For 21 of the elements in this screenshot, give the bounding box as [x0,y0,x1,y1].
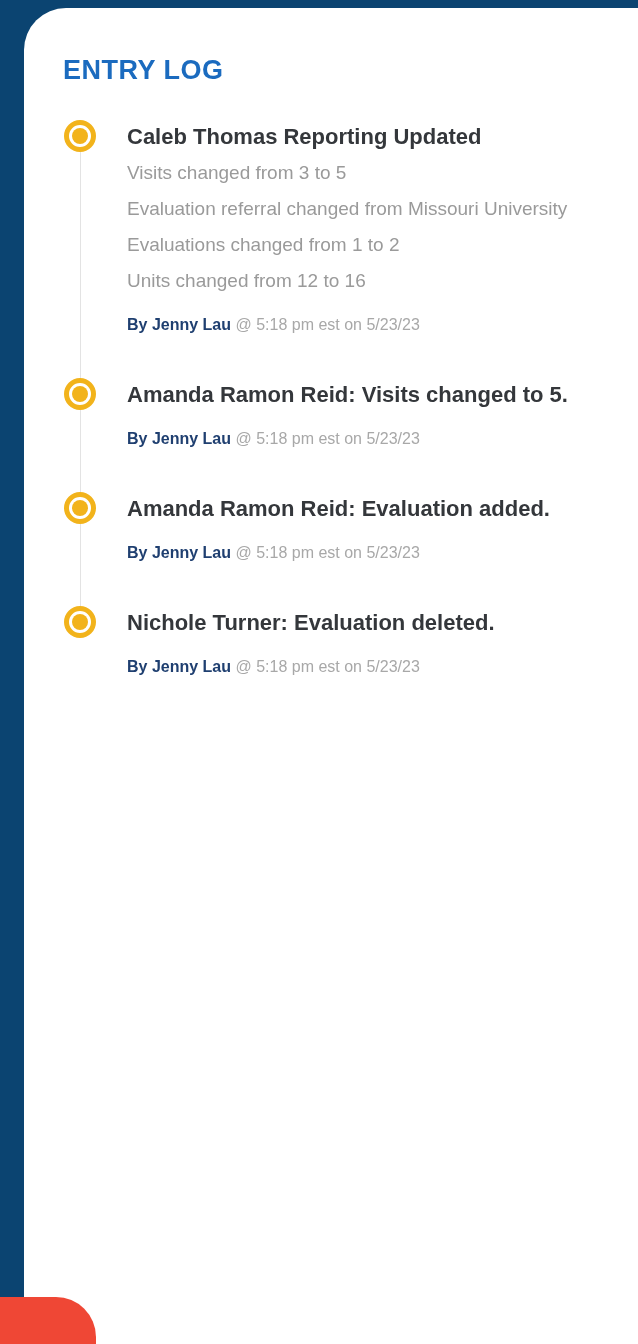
timeline-dot [64,120,96,152]
change-detail: Units changed from 12 to 16 [127,269,367,293]
entry-title: Amanda Ramon Reid: Visits changed to 5. [127,381,568,409]
section-title: ENTRY LOG [63,55,225,85]
entry-title: Nichole Turner: Evaluation deleted. [127,609,495,637]
author-name: By Jenny Lau [127,316,232,333]
change-detail: Visits changed from 3 to 5 [127,161,348,185]
timestamp: @ 5:18 pm est on 5/23/23 [235,658,420,675]
timeline-dot [64,378,96,410]
author-name: By Jenny Lau [127,658,232,675]
timestamp: @ 5:18 pm est on 5/23/23 [235,316,420,333]
author-name: By Jenny Lau [127,430,232,447]
timestamp: @ 5:18 pm est on 5/23/23 [235,430,420,447]
timeline-dot [64,606,96,638]
change-detail: Evaluations changed from 1 to 2 [127,233,401,257]
entry-title: Amanda Ramon Reid: Evaluation added. [127,495,550,523]
timeline-dot [64,492,96,524]
author-name: By Jenny Lau [127,544,232,561]
timestamp: @ 5:18 pm est on 5/23/23 [235,544,420,561]
change-detail: Evaluation referral changed from Missouri University [127,197,568,221]
entry-title: Caleb Thomas Reporting Updated [127,123,483,151]
